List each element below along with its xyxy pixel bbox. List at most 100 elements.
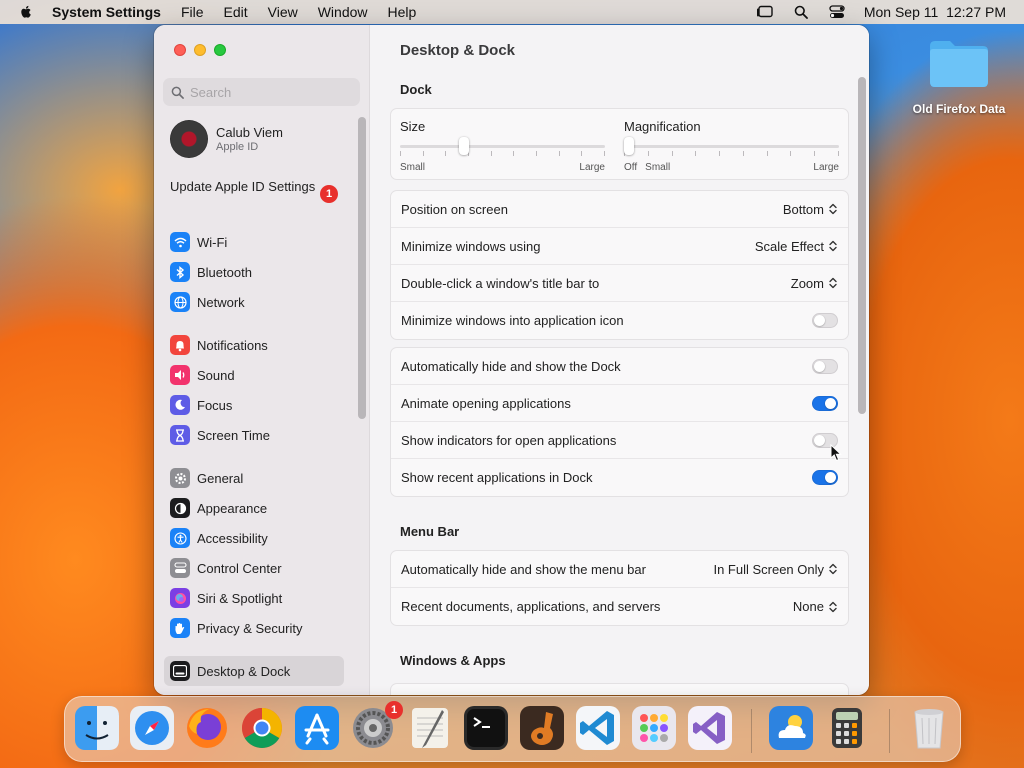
apple-id-account[interactable]: Calub Viem Apple ID [170,120,283,158]
menu-file[interactable]: File [181,4,204,20]
menu-window[interactable]: Window [318,4,368,20]
app-store-icon[interactable] [295,706,339,750]
stage-manager-icon[interactable] [756,5,774,19]
automatically-hide-and-show-the-dock-toggle[interactable] [812,358,838,374]
visual-studio-icon[interactable] [688,706,732,750]
setting-label: Show indicators for open applications [401,432,617,448]
spotlight-search-icon[interactable] [792,5,810,19]
desktop-folder[interactable]: Old Firefox Data [906,38,1012,116]
content-scrollbar[interactable] [858,77,866,414]
sidebar-item-privacy-security[interactable]: Privacy & Security [164,613,344,643]
section-title-menu-bar: Menu Bar [400,524,460,539]
menubar-clock[interactable]: Mon Sep 11 12:27 PM [864,4,1006,20]
hand-icon [170,618,190,638]
sidebar-item-bluetooth[interactable]: Bluetooth [164,257,344,287]
sidebar-group-notifications: Notifications Sound Focus Screen Time [164,330,344,450]
sidebar-item-focus[interactable]: Focus [164,390,344,420]
mouse-cursor-icon [830,444,842,462]
folder-icon [928,38,990,88]
automatically-hide-and-show-the-menu-bar-popup[interactable]: In Full Screen Only [713,562,838,577]
search-input[interactable] [190,84,350,100]
sidebar-group-selected: Desktop & Dock [164,656,344,686]
safari-icon[interactable] [130,706,174,750]
page-title: Desktop & Dock [400,42,516,59]
setting-label: Automatically hide and show the menu bar [401,561,646,577]
sidebar-item-label: Siri & Spotlight [197,590,283,606]
sidebar-item-label: Appearance [197,500,268,516]
menu-bar-group: Automatically hide and show the menu bar… [390,550,849,626]
chevron-up-down-icon [829,601,837,612]
gear-icon [170,468,190,488]
sidebar-item-wi-fi[interactable]: Wi-Fi [164,227,344,257]
sidebar-item-siri-spotlight[interactable]: Siri & Spotlight [164,583,344,613]
sidebar-item-sound[interactable]: Sound [164,360,344,390]
sidebar-item-notifications[interactable]: Notifications [164,330,344,360]
double-click-a-window-s-title-bar-to-popup[interactable]: Zoom [791,276,838,291]
magnification-label: Magnification [624,119,701,134]
accessibility-icon [170,528,190,548]
size-slider-thumb[interactable] [458,137,469,155]
dock-icon [170,661,190,681]
size-slider[interactable] [400,137,605,156]
magnification-slider[interactable] [624,137,839,156]
sidebar-scrollbar[interactable] [358,117,366,419]
sidebar-item-control-center[interactable]: Control Center [164,553,344,583]
setting-row-show-recent-applications-in-dock: Show recent applications in Dock [391,459,848,496]
folder-label: Old Firefox Data [912,102,1006,116]
sidebar-item-label: Desktop & Dock [197,663,291,679]
weather-icon[interactable] [769,706,813,750]
menu-edit[interactable]: Edit [224,4,248,20]
sidebar-item-appearance[interactable]: Appearance [164,493,344,523]
garageband-icon[interactable] [520,706,564,750]
sidebar-item-label: Network [197,294,245,310]
update-apple-id-settings[interactable]: Update Apple ID Settings [170,179,340,195]
sidebar-item-screen-time[interactable]: Screen Time [164,420,344,450]
firefox-icon[interactable] [185,706,229,750]
vscode-icon[interactable] [576,706,620,750]
control-center-menubar-icon[interactable] [828,5,846,19]
system-settings-window: Calub Viem Apple ID Update Apple ID Sett… [154,25,869,695]
dock-sliders-group: Size Small Large Magnification Off Small [390,108,849,180]
setting-row-double-click-a-window-s-title-bar-to: Double-click a window's title bar to Zoom [391,265,848,302]
finder-icon[interactable] [75,706,119,750]
menu-help[interactable]: Help [388,4,417,20]
update-badge: 1 [320,185,338,203]
apple-menu-icon[interactable] [18,4,34,20]
sidebar-item-general[interactable]: General [164,463,344,493]
dock-separator [889,709,890,753]
search-field[interactable] [163,78,360,106]
zoom-button[interactable] [214,44,226,56]
control-center-icon [170,558,190,578]
chevron-up-down-icon [829,203,837,215]
menu-app-name[interactable]: System Settings [52,4,161,20]
recent-documents-applications-and-servers-popup[interactable]: None [793,599,838,614]
sidebar-item-desktop-dock[interactable]: Desktop & Dock [164,656,344,686]
terminal-icon[interactable] [464,706,508,750]
speaker-icon [170,365,190,385]
sidebar-item-label: Sound [197,367,235,383]
trash-icon[interactable] [907,706,951,750]
minimize-windows-using-popup[interactable]: Scale Effect [755,239,838,254]
menu-view[interactable]: View [268,4,298,20]
setting-row-animate-opening-applications: Animate opening applications [391,385,848,422]
position-on-screen-popup[interactable]: Bottom [783,202,838,217]
minimize-windows-into-application-icon-toggle[interactable] [812,313,838,328]
chrome-icon[interactable] [240,706,284,750]
calculator-icon[interactable] [825,706,869,750]
textedit-icon[interactable] [408,706,452,750]
show-recent-applications-in-dock-toggle[interactable] [812,470,838,485]
sidebar-item-label: General [197,470,244,486]
magnification-slider-thumb[interactable] [624,137,634,155]
sidebar-item-label: Bluetooth [197,264,252,280]
animate-opening-applications-toggle[interactable] [812,395,838,411]
sidebar-item-network[interactable]: Network [164,287,344,317]
dock-options-group: Position on screen Bottom Minimize windows… [390,190,849,340]
magnification-max-label: Large [813,162,839,173]
size-min-label: Small [400,162,426,173]
sidebar-item-accessibility[interactable]: Accessibility [164,523,344,553]
minimize-button[interactable] [194,44,206,56]
launchpad-icon[interactable] [632,706,676,750]
dock-behavior-group: Automatically hide and show the Dock Anim… [390,347,849,497]
close-button[interactable] [174,44,186,56]
setting-row-automatically-hide-and-show-the-menu-bar: Automatically hide and show the menu bar… [391,551,848,588]
